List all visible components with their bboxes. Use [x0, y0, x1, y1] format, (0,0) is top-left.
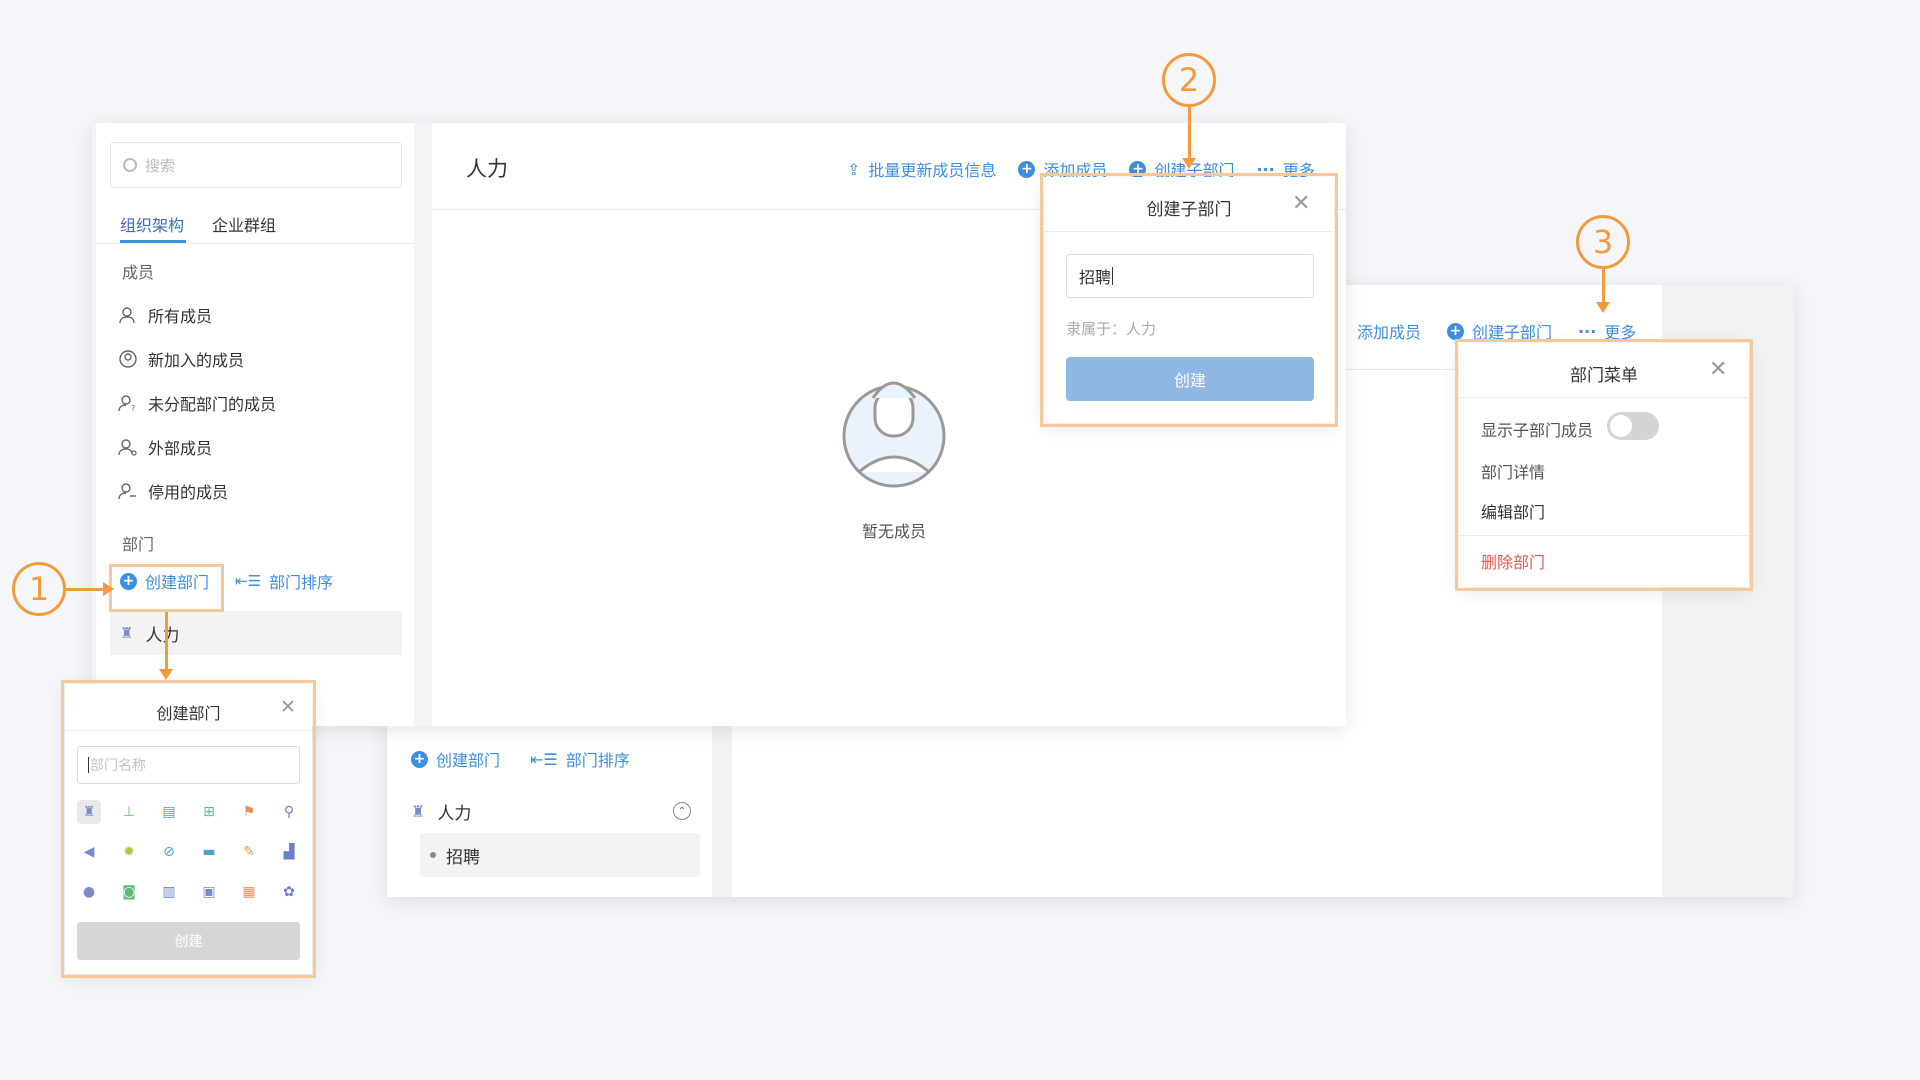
tab-bar: 组织架构 企业群组 — [96, 208, 414, 244]
user-external-icon — [118, 439, 137, 456]
user-disabled-icon — [118, 483, 136, 500]
annotation-arrow-2 — [1182, 107, 1196, 169]
flag-icon[interactable]: ⚑ — [237, 800, 261, 824]
empty-avatar-icon — [842, 381, 946, 488]
menu-item-details[interactable]: 部门详情 — [1481, 459, 1545, 483]
dept-section-label: 部门 — [122, 535, 155, 554]
show-sub-members-label: 显示子部门成员 — [1481, 421, 1594, 440]
dialog-title: 创建部门 — [156, 704, 221, 723]
back-create-sub-button[interactable]: + 创建子部门 — [1447, 319, 1552, 343]
menu-title: 部门菜单 — [1570, 366, 1638, 386]
icon-grid: ♜ ⊥ ▤ ⊞ ⚑ ⚲ ◀ ✹ ⊘ ▬ ✎ ▟ ● ◙ ▥ ▣ ▦ ✿ — [77, 800, 300, 904]
grid-icon[interactable]: ▦ — [237, 880, 261, 904]
annotation-2: 2 — [1162, 53, 1216, 107]
empty-text: 暂无成员 — [861, 522, 926, 541]
plus-icon: + — [1018, 160, 1036, 178]
back-toolbar: 添加成员 + 创建子部门 ··· 更多 — [1357, 319, 1636, 343]
tie-icon[interactable]: ♜ — [77, 800, 101, 824]
create-dept-dialog: 创建部门 ✕ 部门名称 ♜ ⊥ ▤ ⊞ ⚑ ⚲ ◀ ✹ ⊘ ▬ ✎ ▟ ● ◙ … — [65, 684, 312, 974]
search-input[interactable]: 搜索 — [110, 142, 402, 188]
sort-icon: ⇤☰ — [235, 572, 262, 590]
user-circle-icon — [119, 350, 137, 368]
sidebar: 搜索 组织架构 企业群组 成员 所有成员 新加入的成员 ? 未分配部门的成员 外… — [96, 123, 414, 726]
briefcase-icon[interactable]: ▬ — [197, 840, 221, 864]
tab-active-indicator — [120, 240, 186, 243]
upload-icon: ⇪ — [847, 159, 861, 179]
doc-plus-icon[interactable]: ⊞ — [197, 800, 221, 824]
dot-icon — [430, 852, 436, 858]
ellipsis-icon: ··· — [1256, 159, 1275, 179]
users-icon — [119, 307, 135, 324]
close-icon[interactable]: ✕ — [1292, 191, 1310, 216]
tab-enterprise-groups[interactable]: 企业群组 — [212, 212, 276, 236]
sort-icon: ⇤☰ — [530, 749, 558, 769]
create-dept-button[interactable]: + 创建部门 — [120, 569, 209, 593]
stamp-icon[interactable]: ⊥ — [117, 800, 141, 824]
camera-icon[interactable]: ◙ — [117, 880, 141, 904]
toggle-knob — [1610, 415, 1632, 437]
sort-dept-button[interactable]: ⇤☰ 部门排序 — [235, 569, 333, 593]
close-icon[interactable]: ✕ — [1709, 357, 1727, 382]
plus-icon: + — [120, 572, 137, 590]
dialog-title: 创建子部门 — [1146, 200, 1232, 220]
chat-icon[interactable]: ● — [77, 880, 101, 904]
ellipsis-icon: ··· — [1578, 321, 1597, 341]
dept-menu-popup: 部门菜单 ✕ 显示子部门成员 部门详情 编辑部门 删除部门 — [1459, 343, 1749, 587]
svg-text:?: ? — [131, 404, 135, 413]
annotation-1: 1 — [12, 562, 66, 616]
plus-icon: + — [1129, 160, 1147, 178]
create-sub-dept-dialog: 创建子部门 ✕ 招聘 隶属于：人力 创建 — [1044, 177, 1334, 423]
megaphone-icon[interactable]: ◀ — [77, 840, 101, 864]
dept-item-selected[interactable]: ♜ 人力 — [110, 611, 402, 655]
page-title: 人力 — [466, 157, 508, 181]
annotation-3: 3 — [1576, 215, 1630, 269]
member-item-all[interactable]: 所有成员 — [96, 293, 414, 337]
building-icon[interactable]: ▥ — [157, 880, 181, 904]
member-item-unassigned[interactable]: ? 未分配部门的成员 — [96, 381, 414, 425]
bulk-update-button[interactable]: ⇪ 批量更新成员信息 — [847, 157, 996, 181]
bus-icon[interactable]: ▣ — [197, 880, 221, 904]
card-icon[interactable]: ▤ — [157, 800, 181, 824]
create-sub-submit-button[interactable]: 创建 — [1066, 357, 1314, 401]
annotation-arrow-1 — [66, 582, 114, 596]
tie-icon: ♜ — [120, 624, 134, 642]
back-dept-item[interactable]: ♜ 人力 ⌃ — [411, 793, 691, 829]
sub-dept-name-input[interactable]: 招聘 — [1066, 254, 1314, 298]
annotation-arrow-1b — [159, 612, 173, 680]
divider — [1459, 535, 1749, 536]
menu-item-edit[interactable]: 编辑部门 — [1481, 499, 1545, 523]
member-item-external[interactable]: 外部成员 — [96, 425, 414, 469]
belongs-to-label: 隶属于：人力 — [1066, 320, 1157, 338]
member-item-disabled[interactable]: 停用的成员 — [96, 469, 414, 513]
back-create-dept-button[interactable]: + 创建部门 — [411, 747, 500, 771]
menu-item-delete[interactable]: 删除部门 — [1481, 549, 1545, 573]
plus-icon: + — [411, 750, 428, 768]
back-sub-dept-item[interactable]: 招聘 — [420, 833, 700, 877]
pin-icon[interactable]: ⚲ — [277, 800, 301, 824]
divider — [1044, 231, 1334, 232]
divider — [65, 730, 312, 731]
back-add-member-button[interactable]: 添加成员 — [1357, 319, 1421, 343]
member-item-new[interactable]: 新加入的成员 — [96, 337, 414, 381]
divider — [1459, 397, 1749, 398]
tie-icon: ♜ — [411, 801, 426, 821]
compass-icon[interactable]: ⊘ — [157, 840, 181, 864]
plus-icon: + — [1447, 322, 1465, 340]
back-sort-dept-button[interactable]: ⇤☰ 部门排序 — [530, 747, 630, 771]
award-icon[interactable]: ✿ — [277, 880, 301, 904]
tab-org-structure[interactable]: 组织架构 — [120, 212, 184, 236]
search-icon — [123, 158, 137, 172]
dept-name-input[interactable]: 部门名称 — [77, 746, 300, 784]
bug-icon[interactable]: ✹ — [117, 840, 141, 864]
pen-icon[interactable]: ✎ — [237, 840, 261, 864]
chart-icon[interactable]: ▟ — [277, 840, 301, 864]
show-sub-members-toggle[interactable] — [1607, 412, 1659, 440]
members-section-label: 成员 — [122, 263, 155, 282]
user-question-icon: ? — [118, 395, 135, 413]
annotation-arrow-3 — [1596, 269, 1610, 313]
collapse-icon[interactable]: ⌃ — [673, 802, 691, 820]
close-icon[interactable]: ✕ — [280, 696, 296, 718]
back-more-button[interactable]: ··· 更多 — [1578, 319, 1636, 343]
create-dept-submit-button[interactable]: 创建 — [77, 922, 300, 960]
